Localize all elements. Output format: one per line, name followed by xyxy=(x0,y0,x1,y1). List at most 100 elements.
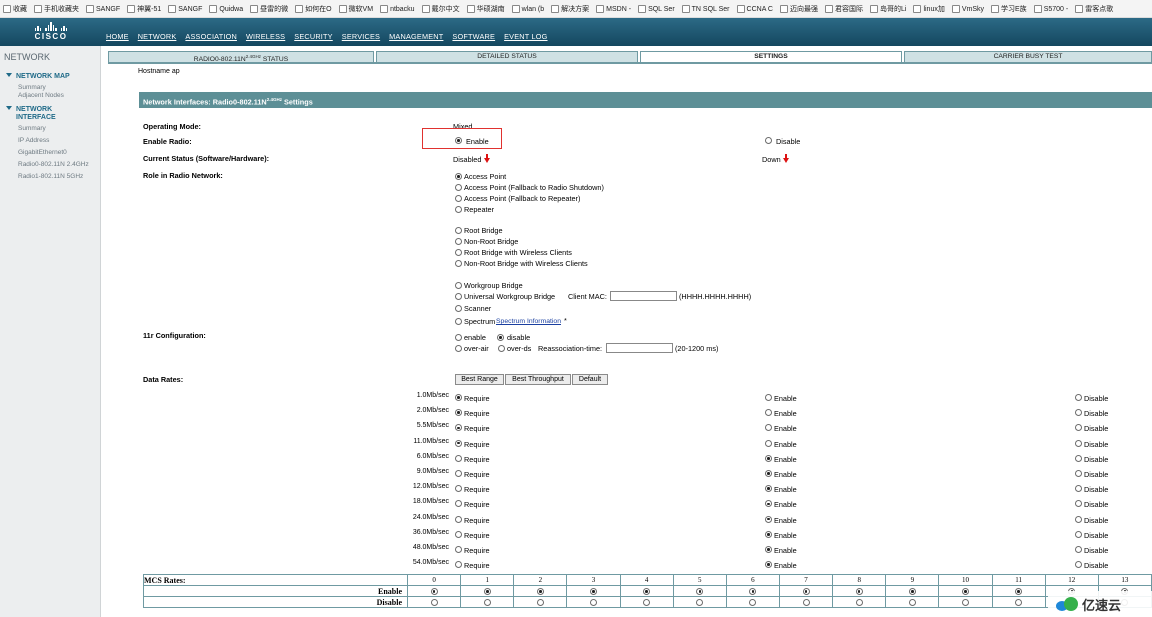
rate-disable-radio[interactable] xyxy=(1075,409,1082,417)
r11-disable-radio[interactable] xyxy=(497,334,504,341)
mcs-disable-radio[interactable] xyxy=(536,598,544,606)
rate-require-radio[interactable] xyxy=(455,439,462,447)
bookmark-item[interactable]: S5700 - xyxy=(1033,0,1068,17)
tab-carrier-busy-test[interactable]: CARRIER BUSY TEST xyxy=(904,51,1152,62)
rate-require-radio[interactable] xyxy=(455,409,462,417)
bookmark-item[interactable]: 微软VM xyxy=(338,0,373,17)
bookmark-item[interactable]: 君容国际 xyxy=(824,0,863,17)
mcs-disable-radio[interactable] xyxy=(749,598,757,606)
default-button[interactable]: Default xyxy=(572,374,608,385)
rate-disable-radio[interactable] xyxy=(1075,500,1082,508)
role-spectrum-radio[interactable] xyxy=(455,318,462,325)
mcs-disable-radio[interactable] xyxy=(855,598,863,606)
rate-disable-radio[interactable] xyxy=(1075,485,1082,493)
rate-enable-radio[interactable] xyxy=(765,470,772,477)
nav-security[interactable]: SECURITY xyxy=(294,32,333,41)
bookmark-item[interactable]: 昼雷的微 xyxy=(250,0,288,17)
mcs-enable-radio[interactable] xyxy=(430,587,438,595)
bookmark-item[interactable]: 华硕湖南 xyxy=(466,0,505,17)
rate-enable-radio[interactable] xyxy=(765,424,772,432)
rate-disable-radio[interactable] xyxy=(1075,439,1082,447)
rate-enable-radio[interactable] xyxy=(765,485,772,493)
sidebar-item-summary[interactable]: Summary xyxy=(18,84,46,91)
bookmark-item[interactable]: Quidwa xyxy=(209,0,243,17)
role-non-root-bridge-radio[interactable] xyxy=(455,238,462,245)
mcs-enable-radio[interactable] xyxy=(802,587,810,595)
rate-disable-radio[interactable] xyxy=(1075,546,1082,553)
mcs-disable-radio[interactable] xyxy=(430,598,438,606)
bookmark-item[interactable]: 岛哥的Li xyxy=(869,0,906,17)
role-ap-fallback-shutdown-radio[interactable] xyxy=(455,184,462,191)
nav-management[interactable]: MANAGEMENT xyxy=(389,32,443,41)
bookmark-item[interactable]: 如何在O xyxy=(295,0,332,17)
rate-require-radio[interactable] xyxy=(455,515,462,523)
rate-require-radio[interactable] xyxy=(455,530,462,538)
bookmark-item[interactable]: 手机收藏夹 xyxy=(34,0,79,17)
nav-wireless[interactable]: WIRELESS xyxy=(246,32,285,41)
mcs-disable-radio[interactable] xyxy=(696,598,704,606)
bookmark-item[interactable]: 学习E族 xyxy=(991,0,1027,17)
nav-software[interactable]: SOFTWARE xyxy=(452,32,495,41)
client-mac-input[interactable] xyxy=(610,291,677,301)
bookmark-item[interactable]: SQL Ser xyxy=(638,0,675,17)
mcs-enable-radio[interactable] xyxy=(696,587,704,595)
mcs-disable-radio[interactable] xyxy=(961,598,969,606)
tab-radio-status[interactable]: RADIO0-802.11N2.4GHz STATUS xyxy=(108,51,374,63)
sidebar-section-network-map[interactable]: NETWORK MAP xyxy=(6,73,70,80)
sidebar-item-adjacent-nodes[interactable]: Adjacent Nodes xyxy=(18,92,64,99)
rate-require-radio[interactable] xyxy=(455,561,462,569)
rate-require-radio[interactable] xyxy=(455,394,462,401)
mcs-disable-radio[interactable] xyxy=(589,598,597,606)
bookmark-item[interactable]: 迈向最强 xyxy=(779,0,818,17)
best-range-button[interactable]: Best Range xyxy=(455,374,504,385)
mcs-enable-radio[interactable] xyxy=(749,587,757,595)
rate-disable-radio[interactable] xyxy=(1075,561,1082,569)
rate-disable-radio[interactable] xyxy=(1075,424,1082,432)
bookmark-item[interactable]: 收藏 xyxy=(3,0,27,17)
sidebar-item-ip-address[interactable]: IP Address xyxy=(18,137,49,144)
mcs-enable-radio[interactable] xyxy=(961,587,969,595)
bookmark-item[interactable]: SANGF xyxy=(168,0,202,17)
rate-disable-radio[interactable] xyxy=(1075,515,1082,523)
nav-network[interactable]: NETWORK xyxy=(138,32,177,41)
mcs-enable-radio[interactable] xyxy=(483,587,491,595)
rate-enable-radio[interactable] xyxy=(765,546,772,553)
mcs-disable-radio[interactable] xyxy=(483,598,491,606)
bookmark-item[interactable]: linux加 xyxy=(913,0,945,17)
rate-enable-radio[interactable] xyxy=(765,530,772,538)
r11-over-ds-radio[interactable] xyxy=(498,345,505,352)
mcs-disable-radio[interactable] xyxy=(802,598,810,606)
role-scanner-radio[interactable] xyxy=(455,305,462,312)
rate-require-radio[interactable] xyxy=(455,470,462,477)
rate-enable-radio[interactable] xyxy=(765,561,772,569)
rate-enable-radio[interactable] xyxy=(765,439,772,447)
role-root-bridge-radio[interactable] xyxy=(455,227,462,234)
rate-require-radio[interactable] xyxy=(455,454,462,462)
role-workgroup-bridge-radio[interactable] xyxy=(455,282,462,289)
bookmark-item[interactable]: 雷客点歌 xyxy=(1075,0,1113,17)
r11-over-air-radio[interactable] xyxy=(455,345,462,352)
bookmark-item[interactable]: 解决方案 xyxy=(551,0,589,17)
bookmark-item[interactable]: SANGF xyxy=(86,0,120,17)
bookmark-item[interactable]: MSDN - xyxy=(596,0,631,17)
rate-enable-radio[interactable] xyxy=(765,454,772,462)
sidebar-item-gigabitethernet0[interactable]: GigabitEthernet0 xyxy=(18,149,67,156)
rate-disable-radio[interactable] xyxy=(1075,394,1082,401)
reassociation-time-input[interactable] xyxy=(606,343,673,353)
rate-require-radio[interactable] xyxy=(455,546,462,553)
mcs-enable-radio[interactable] xyxy=(908,587,916,595)
rate-enable-radio[interactable] xyxy=(765,394,772,401)
mcs-enable-radio[interactable] xyxy=(1015,587,1023,595)
rate-enable-radio[interactable] xyxy=(765,515,772,523)
r11-enable-radio[interactable] xyxy=(455,334,462,341)
nav-services[interactable]: SERVICES xyxy=(342,32,380,41)
role-repeater-radio[interactable] xyxy=(455,206,462,213)
rate-disable-radio[interactable] xyxy=(1075,454,1082,462)
mcs-enable-radio[interactable] xyxy=(643,587,651,595)
role-ap-fallback-repeater-radio[interactable] xyxy=(455,195,462,202)
mcs-disable-radio[interactable] xyxy=(908,598,916,606)
sidebar-section-network-interface[interactable]: NETWORK INTERFACE xyxy=(6,106,56,122)
rate-disable-radio[interactable] xyxy=(1075,470,1082,477)
bookmark-item[interactable]: 神翼-51 xyxy=(127,0,161,17)
rate-enable-radio[interactable] xyxy=(765,409,772,417)
